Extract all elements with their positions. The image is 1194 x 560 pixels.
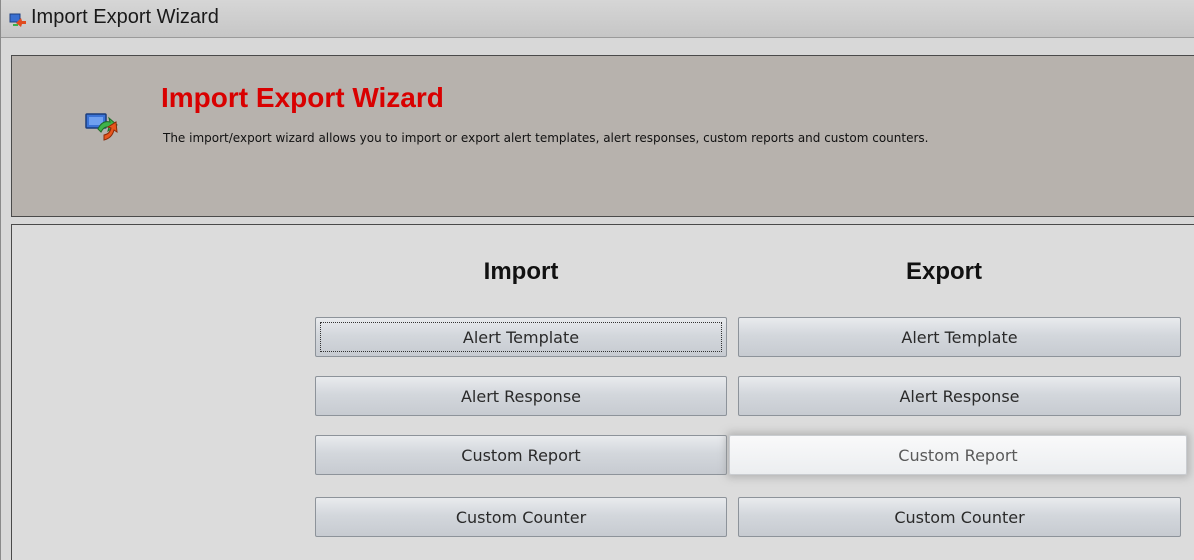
import-heading: Import: [483, 258, 559, 285]
import-custom-counter-button[interactable]: Custom Counter: [315, 497, 727, 537]
import-alert-template-button[interactable]: Alert Template: [315, 317, 727, 357]
export-alert-template-button[interactable]: Alert Template: [738, 317, 1181, 357]
page-description: The import/export wizard allows you to i…: [163, 131, 929, 145]
export-alert-response-button[interactable]: Alert Response: [738, 376, 1181, 416]
title-bar: Import Export Wizard: [1, 0, 1194, 38]
wizard-arrows-icon: [85, 113, 118, 141]
import-alert-response-button[interactable]: Alert Response: [315, 376, 727, 416]
window-title: Import Export Wizard: [31, 6, 219, 28]
export-custom-counter-button[interactable]: Custom Counter: [738, 497, 1181, 537]
wizard-content: Import Export Alert Template Alert Respo…: [11, 224, 1194, 560]
page-title: Import Export Wizard: [161, 82, 444, 113]
import-export-wizard-window: Import Export Wizard Import Export Wizar…: [0, 0, 1194, 560]
export-custom-report-button[interactable]: Custom Report: [729, 435, 1187, 475]
export-heading: Export: [905, 258, 982, 285]
wizard-header: Import Export Wizard The import/export w…: [11, 55, 1194, 217]
wizard-arrows-icon: [9, 13, 26, 27]
import-custom-report-button[interactable]: Custom Report: [315, 435, 727, 475]
